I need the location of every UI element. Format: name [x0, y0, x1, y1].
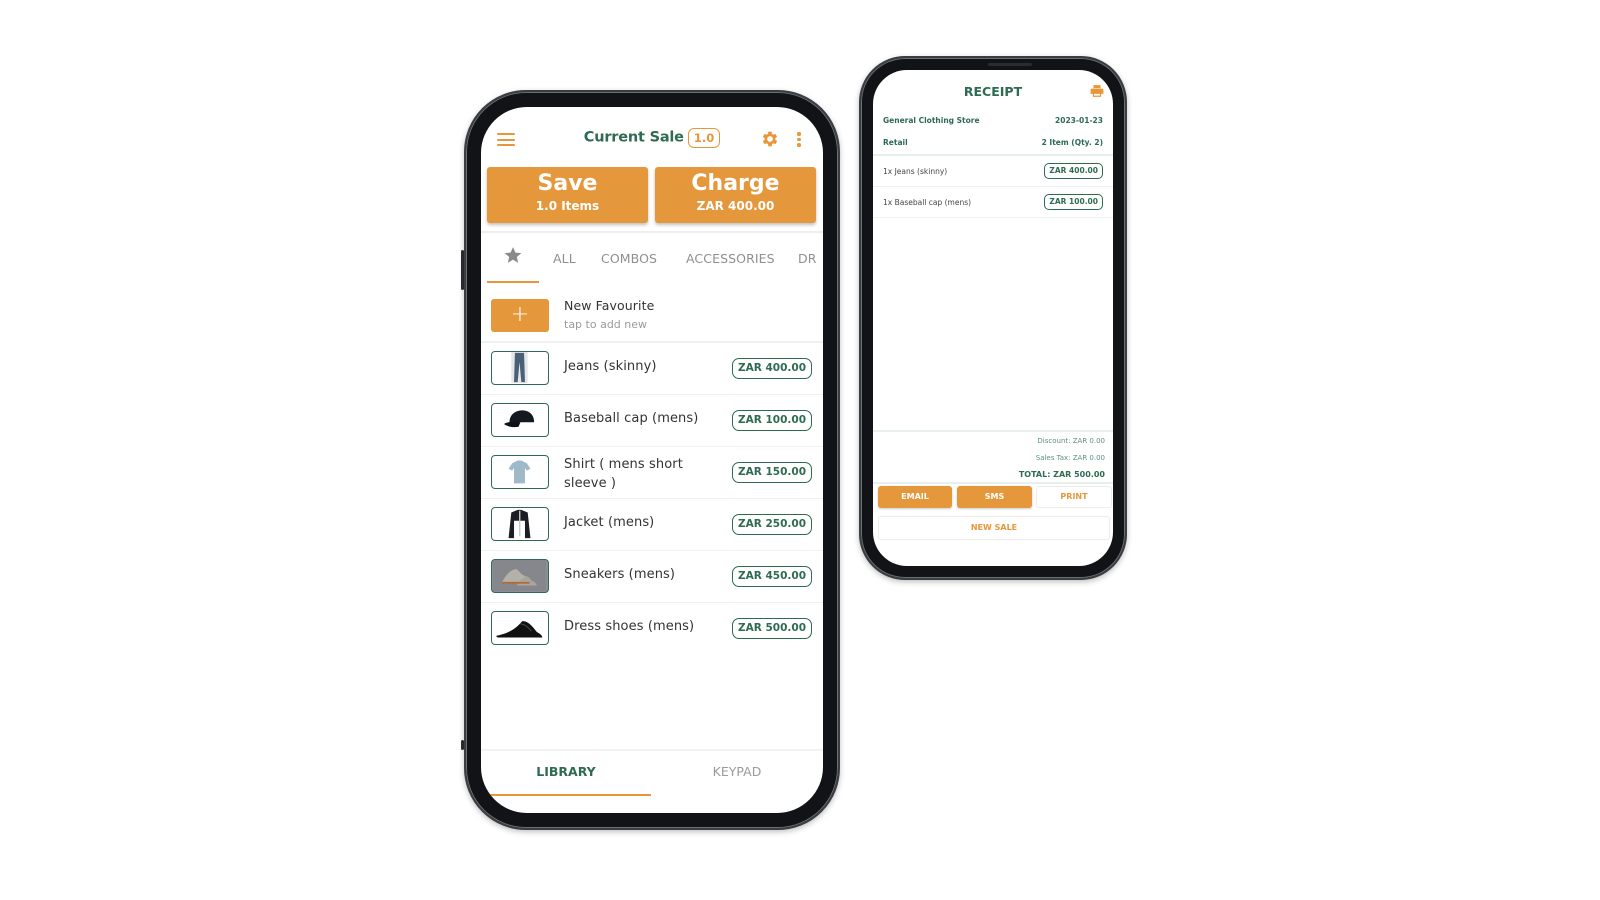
printer-icon[interactable] — [1090, 84, 1104, 98]
product-row[interactable]: Jeans (skinny) ZAR 400.00 — [481, 343, 823, 395]
sale-count-badge: 1.0 — [687, 127, 721, 148]
discount-amount: Discount: ZAR 0.00 — [1037, 437, 1105, 445]
more-vertical-icon[interactable] — [796, 132, 802, 148]
receipt-line-item: 1x Jeans (skinny) ZAR 400.00 — [873, 156, 1113, 187]
tab-dresses[interactable]: DR — [798, 251, 817, 266]
receipt-screen: RECEIPT General Clothing Store 2023-01-2… — [873, 70, 1113, 566]
phone-frame-sale: Current Sale 1.0 Save 1.0 Items Charge ZA… — [464, 90, 840, 830]
product-name: Jeans (skinny) — [564, 359, 657, 374]
product-price: ZAR 450.00 — [732, 566, 812, 587]
phone-frame-receipt: RECEIPT General Clothing Store 2023-01-2… — [859, 56, 1127, 580]
line-item-price: ZAR 400.00 — [1044, 163, 1103, 179]
jeans-image — [491, 351, 549, 385]
active-tab-indicator — [487, 280, 539, 283]
product-name: Baseball cap (mens) — [564, 411, 699, 426]
save-button[interactable]: Save 1.0 Items — [487, 167, 648, 223]
receipt-title: RECEIPT — [963, 84, 1023, 99]
sale-type: Retail — [883, 138, 908, 147]
tab-keypad-label: KEYPAD — [712, 764, 762, 779]
new-favourite-label: New Favourite — [564, 298, 655, 313]
new-favourite-hint: tap to add new — [564, 318, 648, 331]
product-row[interactable]: Shirt ( mens short sleeve ) ZAR 150.00 — [481, 447, 823, 499]
dress-shoes-image — [491, 611, 549, 645]
tab-keypad[interactable]: KEYPAD — [651, 750, 823, 796]
print-button[interactable]: PRINT — [1036, 486, 1112, 508]
tab-favourites[interactable] — [487, 233, 539, 283]
product-name: Sneakers (mens) — [564, 567, 676, 582]
charge-button[interactable]: Charge ZAR 400.00 — [655, 167, 816, 223]
tab-library[interactable]: LIBRARY — [481, 750, 651, 796]
active-tab-indicator — [481, 794, 651, 796]
page-title: Current Sale — [583, 129, 684, 146]
star-icon — [504, 247, 522, 263]
total-amount: TOTAL: ZAR 500.00 — [1018, 470, 1105, 479]
plus-icon: + — [491, 299, 549, 332]
tab-all[interactable]: ALL — [553, 251, 576, 266]
shirt-image — [491, 455, 549, 489]
divider — [873, 430, 1113, 432]
product-row[interactable]: Sneakers (mens) ZAR 450.00 — [481, 551, 823, 603]
product-name: Shirt ( mens short sleeve ) — [564, 457, 683, 491]
line-item-label: 1x Baseball cap (mens) — [883, 198, 972, 207]
line-item-label: 1x Jeans (skinny) — [883, 167, 948, 176]
product-price: ZAR 400.00 — [732, 358, 812, 379]
app-header: Current Sale 1.0 — [481, 107, 823, 165]
product-row[interactable]: Jacket (mens) ZAR 250.00 — [481, 499, 823, 551]
new-favourite-row[interactable]: + New Favourite tap to add new — [481, 291, 823, 343]
sms-button[interactable]: SMS — [957, 486, 1032, 508]
save-button-label: Save — [537, 171, 598, 196]
email-button[interactable]: EMAIL — [878, 486, 952, 508]
product-list: + New Favourite tap to add new Jeans (sk… — [481, 291, 823, 655]
product-row[interactable]: Dress shoes (mens) ZAR 500.00 — [481, 603, 823, 655]
save-button-items: 1.0 Items — [535, 199, 600, 213]
jacket-image — [491, 507, 549, 541]
receipt-date: 2023-01-23 — [1055, 116, 1103, 125]
product-price: ZAR 250.00 — [732, 514, 812, 535]
product-price: ZAR 500.00 — [732, 618, 812, 639]
charge-button-amount: ZAR 400.00 — [696, 199, 775, 213]
category-tabs: ALL COMBOS ACCESSORIES DR — [481, 233, 823, 283]
receipt-line-item: 1x Baseball cap (mens) ZAR 100.00 — [873, 187, 1113, 218]
store-name: General Clothing Store — [883, 116, 980, 125]
speaker-grille — [988, 63, 1032, 66]
item-summary: 2 Item (Qty. 2) — [1041, 138, 1103, 147]
sale-screen: Current Sale 1.0 Save 1.0 Items Charge ZA… — [481, 107, 823, 813]
product-row[interactable]: Baseball cap (mens) ZAR 100.00 — [481, 395, 823, 447]
product-price: ZAR 150.00 — [732, 462, 812, 483]
gear-icon[interactable] — [760, 129, 780, 149]
line-item-price: ZAR 100.00 — [1044, 194, 1103, 210]
product-price: ZAR 100.00 — [732, 410, 812, 431]
new-sale-button[interactable]: NEW SALE — [878, 516, 1110, 540]
tab-combos[interactable]: COMBOS — [601, 251, 657, 266]
product-name: Jacket (mens) — [564, 515, 655, 530]
divider — [873, 482, 1113, 484]
tab-library-label: LIBRARY — [536, 764, 596, 779]
product-name: Dress shoes (mens) — [564, 619, 695, 634]
sneakers-image — [491, 559, 549, 593]
cap-image — [491, 403, 549, 437]
sales-tax-amount: Sales Tax: ZAR 0.00 — [1035, 454, 1105, 462]
charge-button-label: Charge — [691, 171, 780, 196]
tab-accessories[interactable]: ACCESSORIES — [686, 251, 775, 266]
